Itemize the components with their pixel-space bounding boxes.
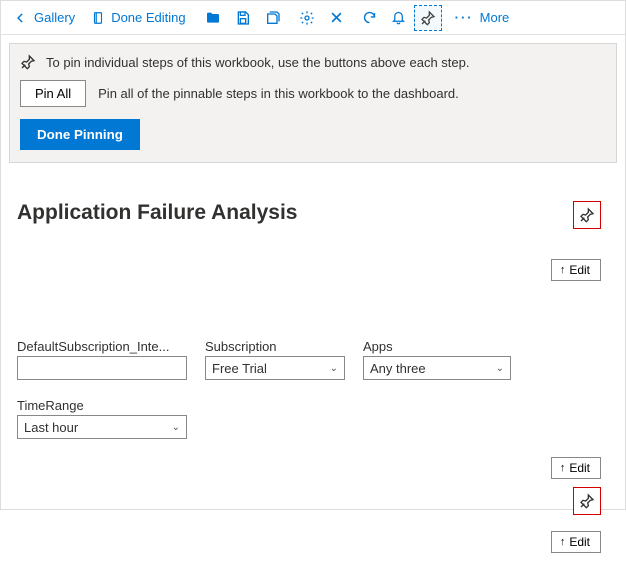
- done-pinning-button[interactable]: Done Pinning: [20, 119, 140, 150]
- chevron-down-icon: ⌄: [330, 363, 338, 374]
- save-icon: [235, 10, 251, 26]
- parameters-grid: DefaultSubscription_Inte... Subscription…: [17, 339, 537, 439]
- param-value: Any three: [370, 361, 426, 376]
- step-parameters-block: DefaultSubscription_Inte... Subscription…: [17, 339, 609, 479]
- param-field[interactable]: Free Trial ⌄: [205, 356, 345, 380]
- chevron-down-icon: ⌄: [496, 363, 504, 374]
- done-editing-label: Done Editing: [111, 10, 185, 25]
- refresh-icon: [362, 10, 377, 25]
- param-timerange: TimeRange Last hour ⌄: [17, 398, 187, 439]
- arrow-up-icon: ↑: [560, 264, 566, 276]
- workbook-content: Application Failure Analysis ↑ Edit Defa…: [1, 167, 625, 573]
- pin-all-description: Pin all of the pinnable steps in this wo…: [98, 86, 459, 101]
- cancel-button[interactable]: [323, 5, 350, 31]
- ellipsis-icon: ···: [455, 10, 474, 25]
- edit-step-button[interactable]: ↑ Edit: [551, 531, 601, 553]
- pin-step-button[interactable]: [573, 487, 601, 515]
- step-title-block: Application Failure Analysis ↑ Edit: [17, 201, 609, 291]
- save-as-button[interactable]: [259, 5, 287, 31]
- pin-step-button[interactable]: [573, 201, 601, 229]
- pin-banner: To pin individual steps of this workbook…: [9, 43, 617, 163]
- edit-label: Edit: [569, 535, 590, 549]
- pin-hint-text: To pin individual steps of this workbook…: [46, 55, 469, 70]
- chevron-down-icon: ⌄: [172, 422, 180, 433]
- save-button[interactable]: [229, 5, 257, 31]
- notebook-icon: [91, 11, 105, 25]
- param-field[interactable]: Last hour ⌄: [17, 415, 187, 439]
- bell-icon: [391, 10, 406, 25]
- settings-button[interactable]: [293, 5, 321, 31]
- param-subscription: Subscription Free Trial ⌄: [205, 339, 345, 380]
- param-field[interactable]: Any three ⌄: [363, 356, 511, 380]
- param-apps: Apps Any three ⌄: [363, 339, 511, 380]
- open-button[interactable]: [199, 5, 227, 31]
- back-gallery-button[interactable]: Gallery: [7, 5, 82, 31]
- pin-mode-button[interactable]: [414, 5, 442, 31]
- param-label: DefaultSubscription_Inte...: [17, 339, 187, 354]
- save-copy-icon: [265, 10, 281, 26]
- alerts-button[interactable]: [385, 5, 412, 31]
- done-editing-button[interactable]: Done Editing: [84, 5, 192, 31]
- arrow-left-icon: [14, 11, 28, 25]
- edit-step-button[interactable]: ↑ Edit: [551, 457, 601, 479]
- param-field[interactable]: [17, 356, 187, 380]
- gallery-label: Gallery: [34, 10, 75, 25]
- toolbar: Gallery Done Editing ··· More: [1, 1, 625, 35]
- close-icon: [329, 10, 344, 25]
- pin-all-button[interactable]: Pin All: [20, 80, 86, 107]
- step-block: ↑ Edit: [17, 487, 609, 557]
- refresh-button[interactable]: [356, 5, 383, 31]
- edit-label: Edit: [569, 461, 590, 475]
- param-default-subscription: DefaultSubscription_Inte...: [17, 339, 187, 380]
- arrow-up-icon: ↑: [560, 536, 566, 548]
- page-title: Application Failure Analysis: [17, 201, 609, 225]
- pin-icon: [420, 10, 436, 26]
- more-button[interactable]: ··· More: [448, 5, 517, 31]
- param-value: Free Trial: [212, 361, 267, 376]
- param-label: TimeRange: [17, 398, 187, 413]
- param-label: Apps: [363, 339, 511, 354]
- arrow-up-icon: ↑: [560, 462, 566, 474]
- gear-icon: [299, 10, 315, 26]
- pin-icon: [579, 493, 595, 509]
- param-value: Last hour: [24, 420, 78, 435]
- edit-step-button[interactable]: ↑ Edit: [551, 259, 601, 281]
- pin-icon: [20, 54, 36, 70]
- folder-icon: [205, 10, 221, 26]
- param-label: Subscription: [205, 339, 345, 354]
- pin-icon: [579, 207, 595, 223]
- edit-label: Edit: [569, 263, 590, 277]
- more-label: More: [480, 10, 510, 25]
